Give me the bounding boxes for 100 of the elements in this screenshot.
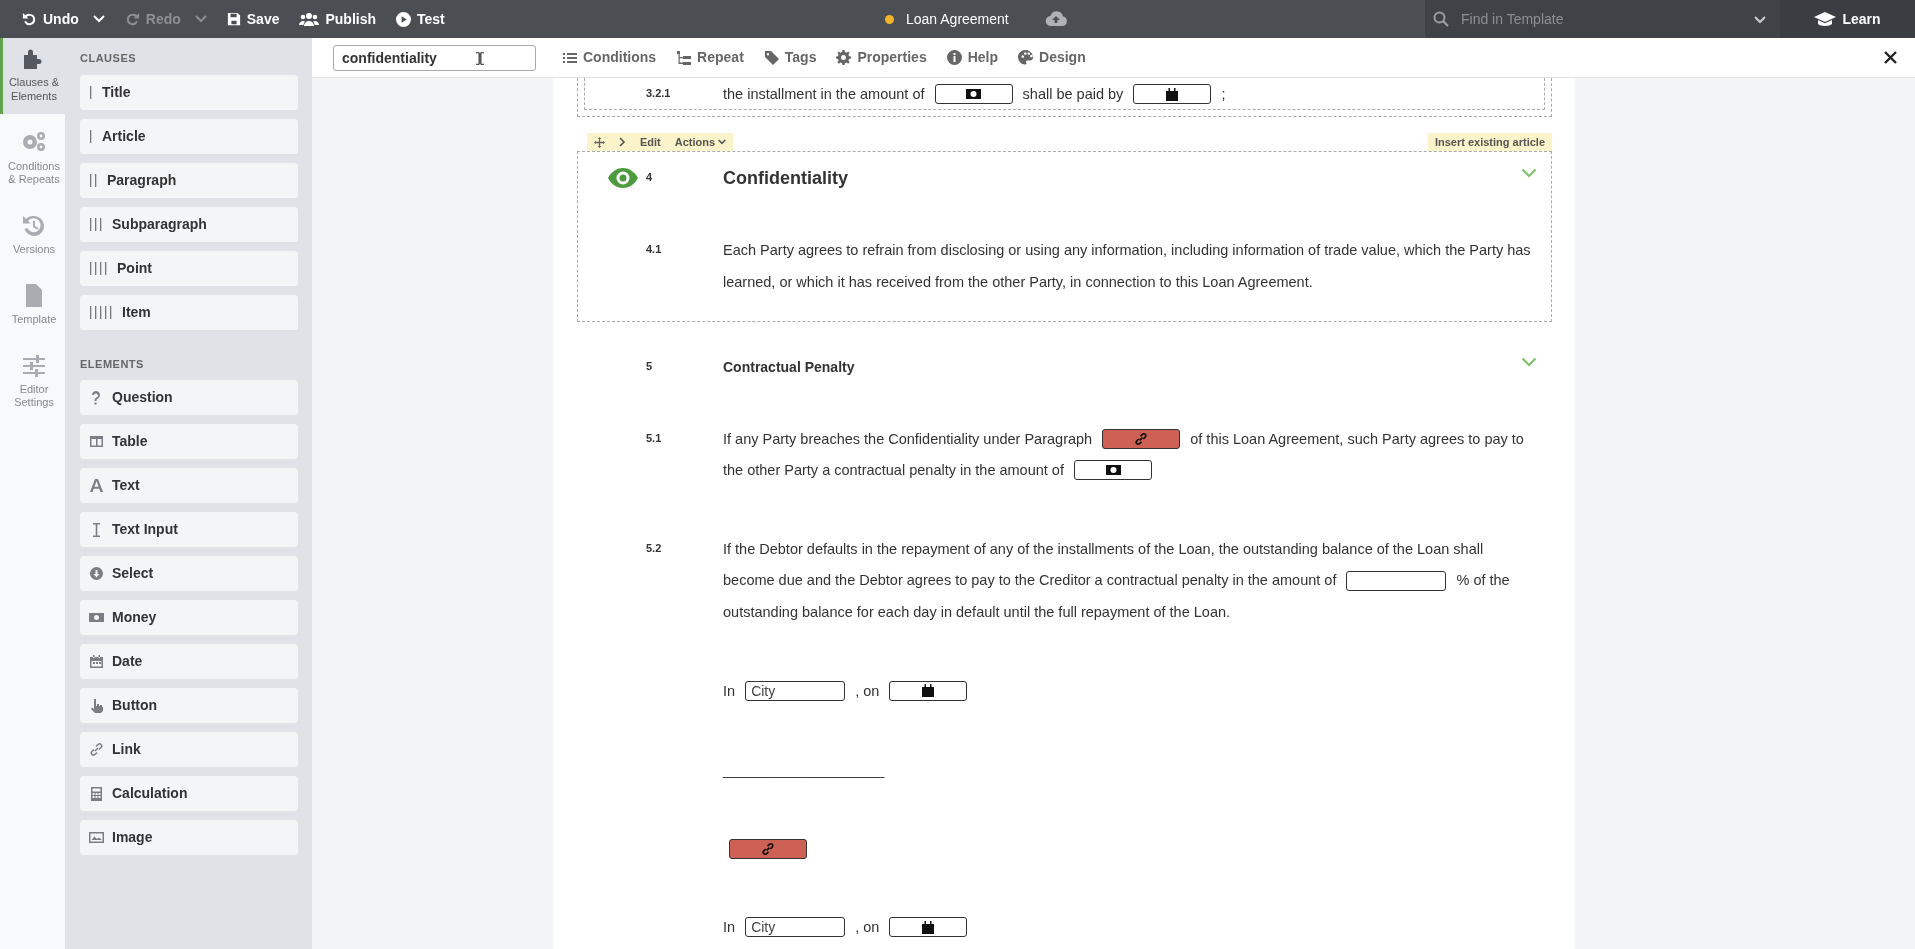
- toolbar-button[interactable]: Help: [936, 47, 1009, 68]
- money-field[interactable]: [1074, 460, 1152, 481]
- date-field[interactable]: [1133, 84, 1212, 105]
- sidebar-tab[interactable]: Editor Settings: [0, 344, 65, 420]
- graduation-cap-icon: [1814, 11, 1837, 27]
- gear-icon: [836, 50, 852, 65]
- palette-item[interactable]: Calculation: [80, 776, 298, 811]
- sidebar-tab[interactable]: Clauses & Elements: [0, 38, 65, 114]
- clause-text: the other Party a contractual penalty in the amount of: [723, 462, 1064, 479]
- clause-text: Each Party agrees to refrain from disclosing or using any information, including information of trade value, which the Party has: [723, 242, 1531, 259]
- redo-icon: [124, 11, 140, 27]
- palette-item[interactable]: Title: [80, 74, 298, 110]
- people-icon: [299, 11, 320, 27]
- close-icon: [1884, 51, 1897, 64]
- palette-item[interactable]: Link: [80, 732, 298, 767]
- city-field[interactable]: City: [745, 917, 846, 938]
- toolbar-button[interactable]: Repeat: [666, 47, 754, 68]
- calendar-icon: [922, 920, 935, 934]
- palette-item[interactable]: Image: [80, 820, 298, 855]
- dropdown-caret-icon: [1754, 15, 1766, 24]
- link-field[interactable]: [729, 839, 807, 860]
- filter-field[interactable]: confidentiality: [333, 44, 536, 71]
- date-field[interactable]: [889, 917, 968, 938]
- clause-number: 5: [646, 358, 654, 374]
- chevron-down-icon: [1521, 168, 1537, 179]
- link-icon: [761, 842, 775, 857]
- publish-button[interactable]: Publish: [289, 0, 387, 38]
- palette-item[interactable]: Money: [80, 600, 298, 635]
- city-field[interactable]: City: [745, 680, 846, 701]
- sidebar-tab[interactable]: Versions: [0, 205, 65, 267]
- search-icon: [1433, 11, 1449, 27]
- palette-item[interactable]: Text: [80, 468, 298, 503]
- clause-text: , on: [855, 682, 880, 699]
- palette-item[interactable]: Text Input: [80, 512, 298, 547]
- toolbar-button[interactable]: Tags: [753, 47, 827, 68]
- history-icon: [21, 213, 47, 239]
- insert-article-button[interactable]: Insert existing article: [1427, 133, 1552, 152]
- learn-button[interactable]: Learn: [1780, 0, 1915, 38]
- clause-text: If any Party breaches the Confidentiality under Paragraph: [723, 431, 1093, 448]
- calendar-icon: [922, 684, 935, 698]
- clause-text: % of the: [1456, 572, 1510, 589]
- palette-item[interactable]: Item: [80, 294, 298, 330]
- clause-text: , on: [855, 919, 880, 936]
- toolbar-button[interactable]: Properties: [826, 47, 937, 68]
- search-input[interactable]: Find in Template: [1459, 7, 1744, 31]
- test-button[interactable]: Test: [386, 0, 455, 38]
- calendar-icon: [89, 654, 104, 669]
- palette-item[interactable]: Subparagraph: [80, 206, 298, 242]
- clause-text: In: [723, 919, 736, 936]
- save-button[interactable]: Save: [216, 0, 290, 38]
- date-field[interactable]: [889, 680, 968, 701]
- clause-text: learned, or which it has received from the other Party, in connection to this Loan Agreement.: [723, 273, 1313, 290]
- undo-button[interactable]: Undo: [12, 0, 115, 38]
- palette-item[interactable]: Button: [80, 688, 298, 723]
- eye-icon: [608, 168, 638, 189]
- banknote-icon: [89, 610, 104, 625]
- palette-item[interactable]: Date: [80, 644, 298, 679]
- clause-text: of this Loan Agreement, such Party agrees to pay to: [1190, 431, 1524, 448]
- link-field[interactable]: [1102, 429, 1181, 450]
- clause-text: the installment in the amount of: [723, 86, 925, 103]
- text-cursor-icon: [475, 50, 485, 66]
- palette-item[interactable]: Paragraph: [80, 162, 298, 198]
- clause-text: outstanding balance for each day in default until the full repayment of the Loan.: [723, 603, 1231, 620]
- clause-number: 5.1: [646, 430, 663, 446]
- list-icon: [562, 50, 577, 65]
- clause-text: become due and the Debtor agrees to pay to the Creditor a contractual penalty in the amount of: [723, 572, 1337, 589]
- info-icon: [946, 50, 962, 65]
- calculator-icon: [89, 786, 104, 801]
- search-field[interactable]: Find in Template: [1425, 0, 1780, 38]
- link-icon: [89, 742, 104, 757]
- toolbar-button[interactable]: Design: [1008, 47, 1096, 68]
- palette-icon: [1018, 50, 1034, 65]
- sliders-icon: [21, 352, 47, 379]
- palette-item[interactable]: Article: [80, 118, 298, 154]
- calendar-icon: [1166, 87, 1179, 101]
- sidebar-tab[interactable]: Conditions & Repeats: [0, 121, 65, 197]
- sidebar-tab[interactable]: Template: [0, 274, 65, 337]
- section-title: CLAUSES: [80, 51, 138, 66]
- document-title: Loan Agreement: [906, 9, 1009, 29]
- undo-icon: [22, 11, 37, 27]
- clause-number: 4: [646, 170, 654, 186]
- toolbar-button[interactable]: Conditions: [552, 47, 667, 68]
- palette-item[interactable]: Table: [80, 424, 298, 459]
- section-title: ELEMENTS: [80, 356, 145, 372]
- tree-icon: [676, 50, 692, 65]
- money-field[interactable]: [934, 84, 1013, 105]
- article-heading: Confidentiality: [723, 168, 848, 189]
- letter-a-icon: [89, 478, 104, 493]
- edit-button[interactable]: Edit: [633, 133, 668, 152]
- pointing-hand-icon: [89, 698, 104, 713]
- palette-item[interactable]: Select: [80, 556, 298, 591]
- clause-number: 4.1: [646, 242, 663, 258]
- actions-button[interactable]: Actions: [667, 133, 734, 152]
- banknote-icon: [1105, 465, 1121, 476]
- cloud-upload-icon: [1044, 11, 1067, 27]
- banknote-icon: [966, 89, 982, 100]
- palette-item[interactable]: Point: [80, 250, 298, 286]
- palette-item[interactable]: Question: [80, 380, 298, 415]
- play-icon: [396, 11, 412, 27]
- input-field[interactable]: [1346, 570, 1447, 591]
